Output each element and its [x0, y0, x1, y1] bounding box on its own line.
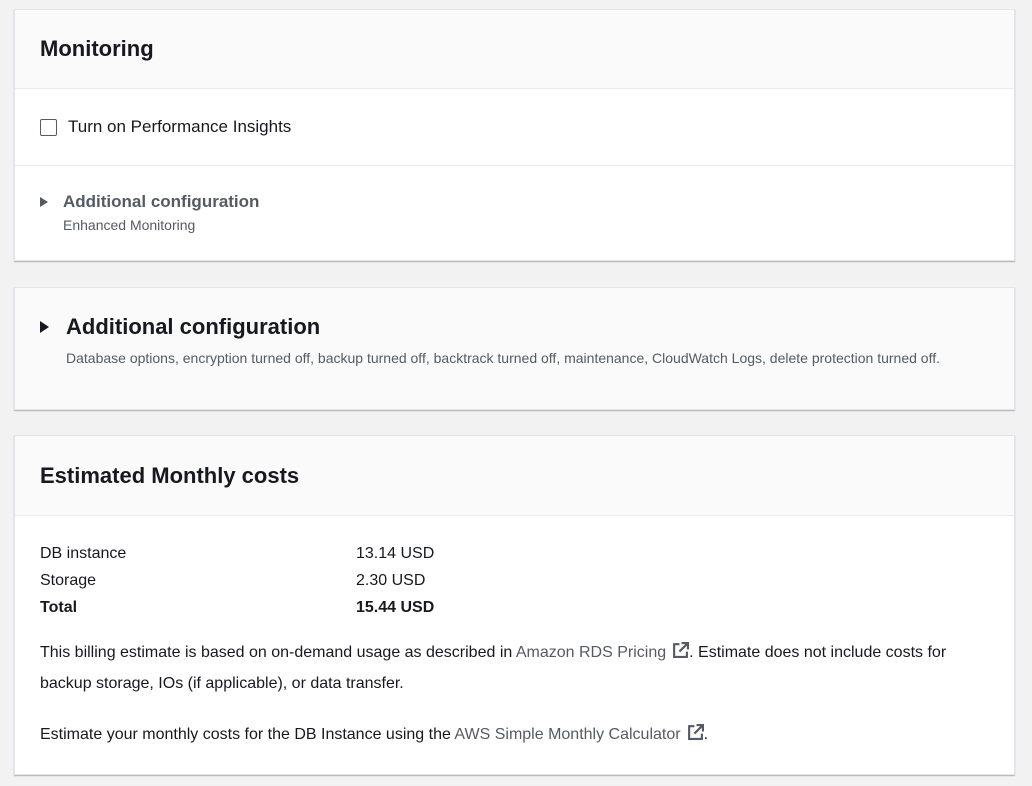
external-link-icon[interactable]: [672, 640, 690, 669]
monitoring-header: Monitoring: [15, 10, 1014, 89]
calculator-text: Estimate your monthly costs for the DB I…: [40, 720, 990, 751]
additional-configuration-panel: Additional configuration Database option…: [14, 287, 1015, 410]
performance-insights-row[interactable]: Turn on Performance Insights: [15, 89, 1014, 166]
cost-row-storage: Storage 2.30 USD: [40, 567, 989, 594]
performance-insights-label[interactable]: Turn on Performance Insights: [68, 117, 291, 137]
cost-name: Total: [40, 598, 78, 616]
additional-configuration-desc: Database options, encryption turned off,…: [66, 350, 940, 366]
billing-estimate-text: This billing estimate is based on on-dem…: [40, 638, 990, 698]
monitoring-additional-config-title[interactable]: Additional configuration: [63, 192, 259, 212]
cost-name: DB instance: [40, 544, 127, 562]
cost-name: Storage: [40, 571, 97, 589]
external-link-icon[interactable]: [687, 722, 704, 751]
aws-calculator-link-label[interactable]: AWS Simple Monthly Calculator: [454, 726, 680, 743]
cost-value: 15.44 USD: [356, 598, 435, 616]
monitoring-additional-config-toggle[interactable]: Additional configuration: [40, 192, 989, 212]
caret-right-icon[interactable]: [40, 197, 48, 207]
calc-text-before: Estimate your monthly costs for the DB I…: [40, 726, 455, 743]
estimated-costs-panel: Estimated Monthly costs DB instance 13.1…: [14, 435, 1015, 775]
additional-configuration-toggle[interactable]: Additional configuration: [40, 314, 989, 340]
monitoring-additional-config: Additional configuration Enhanced Monito…: [15, 166, 1014, 233]
cost-row-total: Total 15.44 USD: [40, 594, 989, 621]
cost-value: 2.30 USD: [356, 571, 426, 589]
caret-right-icon[interactable]: [40, 321, 49, 333]
aws-calculator-link[interactable]: AWS Simple Monthly Calculator: [454, 724, 704, 743]
performance-insights-checkbox[interactable]: [40, 118, 57, 136]
monitoring-additional-config-desc: Enhanced Monitoring: [63, 217, 196, 233]
cost-value: 13.14 USD: [356, 544, 435, 562]
billing-text-before: This billing estimate is based on on-dem…: [40, 644, 516, 661]
monitoring-title: Monitoring: [40, 36, 154, 61]
cost-row-db-instance: DB instance 13.14 USD: [40, 540, 989, 567]
monitoring-panel: Monitoring Turn on Performance Insights …: [14, 9, 1015, 261]
calc-text-after: .: [703, 726, 709, 743]
amazon-rds-pricing-link-label[interactable]: Amazon RDS Pricing: [516, 644, 666, 661]
estimated-costs-header: Estimated Monthly costs: [15, 436, 1014, 516]
estimated-costs-title: Estimated Monthly costs: [40, 462, 300, 488]
amazon-rds-pricing-link[interactable]: Amazon RDS Pricing: [516, 642, 690, 661]
additional-configuration-title[interactable]: Additional configuration: [66, 314, 320, 340]
